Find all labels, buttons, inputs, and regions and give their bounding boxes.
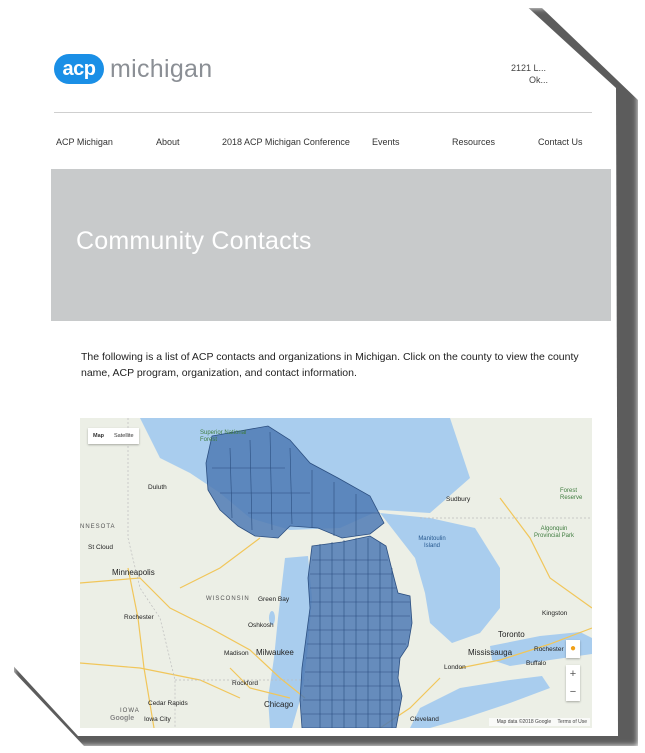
page-title: Community Contacts xyxy=(76,227,312,255)
map-label: Kingston xyxy=(542,610,568,617)
map-label: London xyxy=(444,664,466,671)
map-label: St Cloud xyxy=(88,544,113,551)
zoom-in-button[interactable]: + xyxy=(566,665,580,683)
header-divider xyxy=(54,112,592,113)
logo-wordmark: michigan xyxy=(110,54,213,83)
map-label: Minneapolis xyxy=(112,568,155,577)
address-line-2: Ok... xyxy=(529,75,549,85)
nav-item-about[interactable]: About xyxy=(156,137,180,147)
map-label: Sudbury xyxy=(446,496,471,503)
web-page: acp michigan 2121 L... Ok... ACP Michiga… xyxy=(6,2,618,736)
map-canvas xyxy=(80,418,592,728)
map-type-control: Map Satellite xyxy=(88,428,139,444)
map-label: Green Bay xyxy=(258,596,290,603)
map-label: Rochester xyxy=(534,646,564,653)
map-label: Chicago xyxy=(264,700,294,709)
nav-item-acp-michigan[interactable]: ACP Michigan xyxy=(56,137,113,147)
nav-item-resources[interactable]: Resources xyxy=(452,137,495,147)
zoom-control: + − xyxy=(566,665,580,701)
map-label: WISCONSIN xyxy=(206,596,250,602)
map-data-credit: Map data ©2018 Google xyxy=(496,719,552,725)
map-label: Milwaukee xyxy=(256,648,294,657)
map-label: Oshkosh xyxy=(248,622,274,629)
map-label: Toronto xyxy=(498,630,525,639)
county-map[interactable]: Map Satellite Superior National Forest D… xyxy=(80,418,592,728)
map-label: Manitoulin Island xyxy=(418,536,446,549)
map-label: Cleveland xyxy=(410,716,439,723)
map-label: Forest Reserve xyxy=(560,488,583,501)
map-label: Algonquin Provincial Park xyxy=(533,526,574,539)
map-attribution: Map data ©2018 Google Terms of Use xyxy=(488,718,590,726)
map-label: Superior National Forest xyxy=(200,430,247,443)
header-address: 2121 L... Ok... xyxy=(511,62,548,86)
map-label: Cedar Rapids xyxy=(148,700,188,707)
map-type-map-button[interactable]: Map xyxy=(88,428,109,444)
pegman-icon[interactable]: ● xyxy=(566,640,580,658)
site-logo[interactable]: acp michigan xyxy=(54,54,212,84)
map-label: NNESOTA xyxy=(80,524,116,530)
map-type-satellite-button[interactable]: Satellite xyxy=(109,428,139,444)
map-label: Rockford xyxy=(232,680,259,687)
nav-item-conference[interactable]: 2018 ACP Michigan Conference xyxy=(222,137,350,147)
terms-of-use-link[interactable]: Terms of Use xyxy=(558,719,587,725)
map-label: Duluth xyxy=(148,484,167,491)
main-nav: ACP Michigan About 2018 ACP Michigan Con… xyxy=(6,137,618,151)
logo-mark: acp xyxy=(54,54,104,84)
nav-item-events[interactable]: Events xyxy=(372,137,400,147)
zoom-out-button[interactable]: − xyxy=(566,683,580,701)
google-logo: Google xyxy=(110,715,135,722)
address-line-1: 2121 L... xyxy=(511,63,547,73)
nav-item-contact-us[interactable]: Contact Us xyxy=(538,137,583,147)
intro-paragraph: The following is a list of ACP contacts … xyxy=(81,351,579,379)
map-label: IOWA xyxy=(120,708,140,714)
map-label: Mississauga xyxy=(468,648,513,657)
hero-banner: Community Contacts xyxy=(51,169,611,321)
map-label: Rochester xyxy=(124,614,154,621)
map-label: Madison xyxy=(224,650,249,657)
map-label: Iowa City xyxy=(144,716,171,723)
map-label: Buffalo xyxy=(526,660,547,667)
